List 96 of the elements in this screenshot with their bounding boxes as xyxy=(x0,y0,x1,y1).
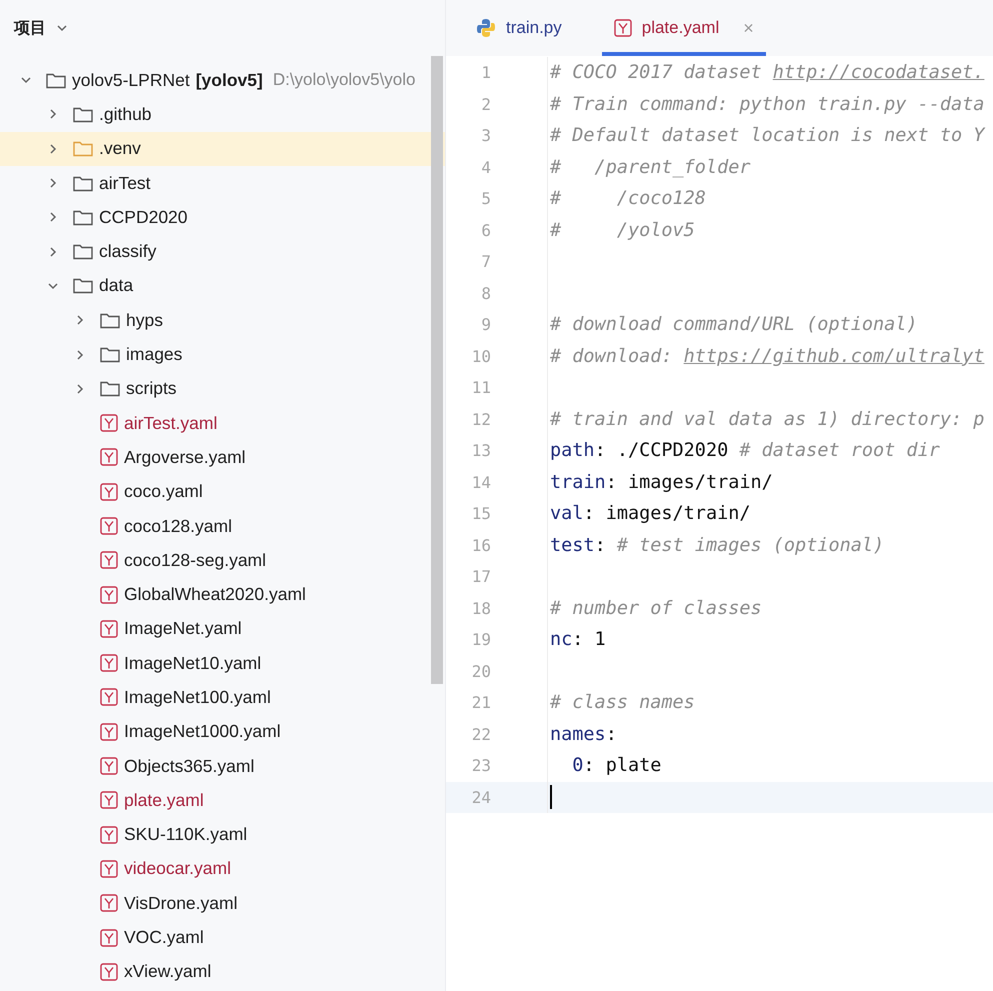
line-number: 9 xyxy=(480,315,491,334)
line-number: 8 xyxy=(480,284,491,303)
python-icon xyxy=(476,18,496,38)
line-number: 13 xyxy=(470,441,491,460)
yaml-file-icon xyxy=(614,19,632,37)
line-number: 2 xyxy=(480,94,491,114)
yaml-file-icon xyxy=(100,586,118,604)
code-line: train: images/train/ xyxy=(550,472,773,493)
code-line: nc: 1 xyxy=(550,629,606,650)
folder-name[interactable]: yolov5-LPRNet xyxy=(72,70,190,91)
line-number: 22 xyxy=(470,724,491,744)
file-name[interactable]: coco128-seg.yaml xyxy=(124,550,266,571)
line-number: 21 xyxy=(470,693,491,712)
yaml-file-icon xyxy=(100,482,118,501)
line-number: 4 xyxy=(480,158,491,177)
code-line: # COCO 2017 dataset http://cocodataset. xyxy=(550,62,984,84)
yaml-file-icon xyxy=(100,688,118,706)
folder-name[interactable]: images xyxy=(126,344,182,366)
file-name[interactable]: coco128.yaml xyxy=(124,516,232,536)
editor-tab[interactable]: plate.yaml × xyxy=(602,0,766,56)
project-title[interactable]: 项目 xyxy=(14,18,46,38)
code-line: # download: https://github.com/ultralyt xyxy=(550,346,984,367)
folder-name[interactable]: data xyxy=(99,275,134,296)
yaml-file-icon xyxy=(100,757,118,776)
line-number: 5 xyxy=(480,189,491,208)
code-line: # number of classes xyxy=(550,598,762,619)
file-name[interactable]: videocar.yaml xyxy=(124,858,231,880)
file-name[interactable]: xView.yaml xyxy=(124,961,212,982)
file-name[interactable]: ImageNet100.yaml xyxy=(124,686,271,708)
folder-name[interactable]: classify xyxy=(99,241,156,262)
folder-name[interactable]: hyps xyxy=(126,310,163,331)
code-line: # class names xyxy=(550,692,695,714)
file-name[interactable]: coco.yaml xyxy=(124,481,203,502)
file-name[interactable]: ImageNet.yaml xyxy=(124,618,242,640)
yaml-file-icon xyxy=(100,894,118,912)
code-line: # /coco128 xyxy=(550,188,706,210)
code-line: path: ./CCPD2020 # dataset root dir xyxy=(550,440,940,462)
line-number: 17 xyxy=(470,567,491,586)
yaml-file-icon xyxy=(100,722,118,741)
code-line: # /parent_folder xyxy=(550,156,750,178)
line-number: 14 xyxy=(470,472,491,492)
line-number: 7 xyxy=(480,252,491,272)
code-line: test: # test images (optional) xyxy=(550,534,884,556)
folder-name[interactable]: .github xyxy=(99,104,152,125)
line-number: 15 xyxy=(470,504,491,524)
line-number: 1 xyxy=(480,63,491,82)
code-line: # Default dataset location is next to Y xyxy=(550,125,984,146)
file-name[interactable]: airTest.yaml xyxy=(124,412,218,434)
tree-row-highlight[interactable]: .venv xyxy=(0,132,445,166)
line-number: 12 xyxy=(470,410,491,429)
editor-tab[interactable]: train.py xyxy=(464,0,574,56)
code-line: val: images/train/ xyxy=(550,503,750,524)
yaml-file-icon xyxy=(100,962,118,981)
code-line: # /yolov5 xyxy=(550,220,695,241)
line-number: 16 xyxy=(470,536,491,555)
line-number: 23 xyxy=(470,756,491,776)
line-number: 20 xyxy=(470,662,491,681)
line-number: 19 xyxy=(470,630,491,650)
file-name[interactable]: Argoverse.yaml xyxy=(124,446,246,468)
yaml-file-icon xyxy=(100,517,118,535)
yaml-file-icon xyxy=(100,448,118,466)
yaml-file-icon xyxy=(100,826,118,844)
code-line: # Train command: python train.py --data xyxy=(550,94,984,115)
folder-name[interactable]: CCPD2020 xyxy=(99,206,188,228)
file-name[interactable]: VisDrone.yaml xyxy=(124,892,238,914)
file-name[interactable]: ImageNet1000.yaml xyxy=(124,721,281,742)
code-line: # download command/URL (optional) xyxy=(550,314,918,336)
yaml-file-icon xyxy=(100,928,118,947)
line-number: 6 xyxy=(480,220,491,240)
folder-name[interactable]: scripts xyxy=(126,378,177,400)
file-name[interactable]: Objects365.yaml xyxy=(124,756,254,777)
scrollbar[interactable] xyxy=(431,56,443,684)
line-number: 10 xyxy=(470,346,491,366)
folder-name[interactable]: airTest xyxy=(99,172,151,194)
file-name[interactable]: ImageNet10.yaml xyxy=(124,652,262,674)
yaml-file-icon xyxy=(100,654,118,672)
text-caret xyxy=(550,785,552,810)
project-path: D:\yolo\yolov5\yolo xyxy=(272,70,416,90)
code-line: 0: plate xyxy=(571,755,662,776)
line-number: 24 xyxy=(470,788,491,807)
file-name[interactable]: plate.yaml xyxy=(124,790,204,811)
code-line: names: xyxy=(550,724,617,745)
module-name: [yolov5] xyxy=(196,70,263,91)
yaml-file-icon xyxy=(100,860,118,878)
line-number: 3 xyxy=(480,126,491,146)
code-line: # train and val data as 1) directory: p xyxy=(550,408,984,430)
yaml-file-icon xyxy=(100,620,118,638)
yaml-file-icon xyxy=(100,551,118,570)
file-name[interactable]: VOC.yaml xyxy=(124,927,204,948)
yaml-file-icon xyxy=(100,414,118,432)
file-name[interactable]: GlobalWheat2020.yaml xyxy=(124,584,306,606)
yaml-file-icon xyxy=(100,791,118,810)
line-number: 18 xyxy=(470,598,491,618)
folder-name[interactable]: .venv xyxy=(99,138,141,160)
line-number: 11 xyxy=(470,378,491,398)
file-name[interactable]: SKU-110K.yaml xyxy=(124,824,248,846)
